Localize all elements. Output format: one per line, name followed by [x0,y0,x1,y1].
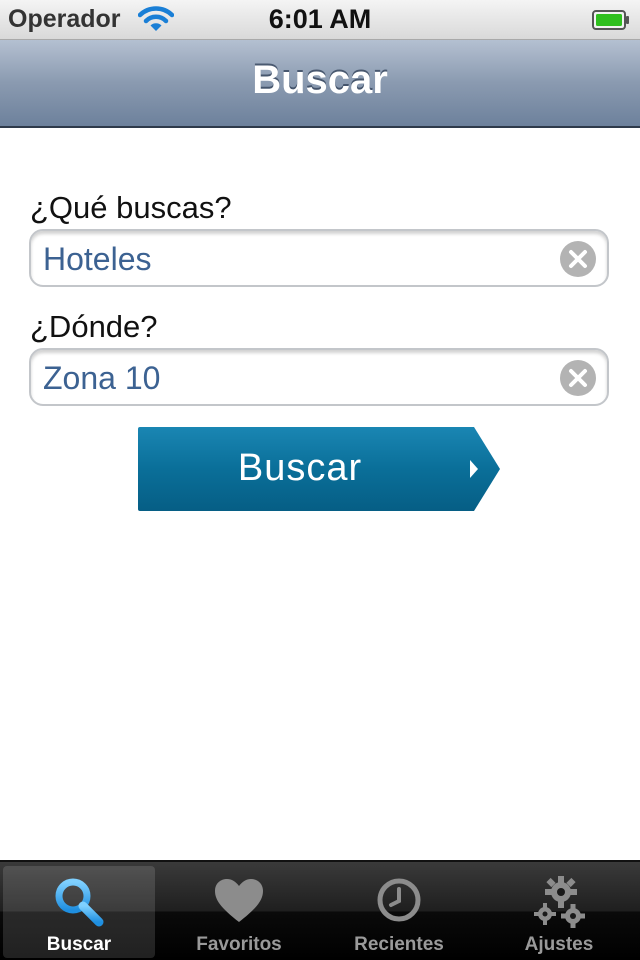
clock-icon [377,878,421,922]
search-screen: Operador 6:01 AM Buscar ¿Qué buscas? Hot… [0,0,640,960]
tab-label-favoritos: Favoritos [196,934,282,955]
search-button-label: Buscar [237,447,363,489]
search-button[interactable]: Buscar [138,427,500,511]
page-title: Buscar [252,58,388,102]
what-input-value: Hoteles [43,241,152,277]
tab-label-ajustes: Ajustes [524,934,594,955]
gears-icon [534,876,585,928]
what-label: ¿Qué buscas? [30,190,232,225]
status-time: 6:01 AM [268,4,372,34]
where-input-value: Zona 10 [43,360,161,396]
heart-icon [215,879,263,922]
tab-recientes[interactable]: Recientes [323,866,475,958]
tab-favoritos[interactable]: Favoritos [163,866,315,958]
what-search-input[interactable]: Hoteles [29,229,609,287]
chevron-right-icon [470,460,478,478]
clear-icon[interactable] [560,360,596,396]
where-location-input[interactable]: Zona 10 [29,348,609,406]
magnifier-icon [55,878,104,927]
where-label: ¿Dónde? [30,309,158,344]
tab-bar: Buscar Favoritos Recientes Ajustes [0,860,640,960]
clear-icon[interactable] [560,241,596,277]
tab-label-buscar: Buscar [46,934,112,955]
tab-buscar[interactable]: Buscar [3,866,155,958]
navigation-bar: Buscar [0,40,640,128]
tab-label-recientes: Recientes [354,934,444,955]
battery-icon [592,10,629,30]
status-bar: Operador 6:01 AM [0,0,640,40]
tab-ajustes[interactable]: Ajustes [483,866,635,958]
